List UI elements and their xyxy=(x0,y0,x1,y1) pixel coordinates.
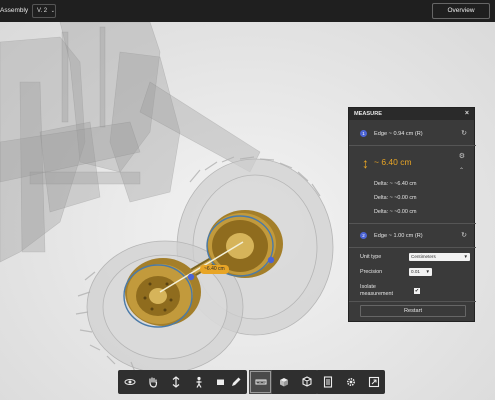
markup-icon xyxy=(231,377,240,386)
isolate-checkbox[interactable]: ✔ xyxy=(414,288,420,294)
measure-panel-header: MEASURE × xyxy=(349,108,474,120)
measure-button[interactable] xyxy=(249,370,272,394)
navigation-toolbar xyxy=(118,370,233,394)
pan-icon xyxy=(148,377,157,388)
delta-x: Delta: ~ ~6.40 cm xyxy=(374,181,417,187)
reset-edge-2-icon[interactable]: ↻ xyxy=(461,231,467,239)
pan-button[interactable] xyxy=(141,370,164,394)
section-icon xyxy=(279,378,288,387)
precision-value: 0.01 xyxy=(411,269,420,274)
unit-type-value: Centimeters xyxy=(411,254,436,259)
explode-button[interactable] xyxy=(295,370,318,394)
model-browser-icon xyxy=(323,376,332,388)
first-person-icon xyxy=(195,376,202,388)
chevron-down-icon: ⌄ xyxy=(50,8,55,14)
close-icon[interactable]: × xyxy=(465,110,469,117)
precision-select[interactable]: 0.01 ▼ xyxy=(409,268,432,276)
delta-y: Delta: ~ ~0.00 cm xyxy=(374,195,417,201)
fullscreen-icon xyxy=(368,376,379,388)
explode-icon xyxy=(301,376,312,387)
measure-distance-tag: ~6.40 cm xyxy=(200,265,229,274)
precision-label: Precision xyxy=(360,269,383,275)
edge-1-label: Edge ~ 0.94 cm (R) xyxy=(374,131,423,137)
fit-button[interactable] xyxy=(164,370,187,394)
edge-2-label: Edge ~ 1.00 cm (R) xyxy=(374,233,423,239)
overview-button[interactable]: Overview xyxy=(432,3,490,19)
reset-edge-1-icon[interactable]: ↻ xyxy=(461,129,467,137)
dropdown-arrow-icon: ▼ xyxy=(463,254,468,259)
distance-arrow-icon: ↕ xyxy=(362,155,369,171)
version-label: V. 2 xyxy=(37,8,48,14)
first-person-button[interactable] xyxy=(187,370,210,394)
analysis-toolbar xyxy=(249,370,318,394)
measure-panel-title: MEASURE xyxy=(354,111,382,117)
gear-icon[interactable]: ⚙ xyxy=(459,152,465,160)
markup-toolbar xyxy=(224,370,247,394)
measure-icon xyxy=(255,379,266,385)
view-toolbar xyxy=(316,370,385,394)
distance-value: ~ 6.40 cm xyxy=(374,157,412,167)
measure-edge-1-row[interactable]: 1 Edge ~ 0.94 cm (R) ↻ xyxy=(349,127,476,141)
edge-1-badge: 1 xyxy=(360,130,367,137)
chevron-up-icon[interactable]: ⌃ xyxy=(459,167,464,174)
divider xyxy=(349,223,476,224)
isolate-label: Isolate xyxy=(360,284,376,290)
edge-2-badge: 2 xyxy=(360,232,367,239)
measure-tag-value: ~6.40 cm xyxy=(204,266,225,272)
settings-icon xyxy=(346,377,355,387)
markup-button[interactable] xyxy=(224,370,247,394)
divider xyxy=(349,301,476,302)
delta-z: Delta: ~ ~0.00 cm xyxy=(374,209,417,215)
model-browser-button[interactable] xyxy=(316,370,339,394)
orbit-icon xyxy=(124,379,135,385)
divider xyxy=(349,145,476,146)
fullscreen-button[interactable] xyxy=(362,370,385,394)
unit-type-label: Unit type xyxy=(360,254,382,260)
measure-edge-2-row[interactable]: 2 Edge ~ 1.00 cm (R) ↻ xyxy=(349,229,476,243)
fit-icon xyxy=(172,376,179,388)
settings-button[interactable] xyxy=(339,370,362,394)
isolate-label-2: measurement xyxy=(360,291,393,297)
unit-type-select[interactable]: Centimeters ▼ xyxy=(409,253,470,261)
document-title: Assembly xyxy=(0,7,29,14)
dropdown-arrow-icon: ▼ xyxy=(425,269,430,274)
section-button[interactable] xyxy=(272,370,295,394)
measure-panel: MEASURE × 1 Edge ~ 0.94 cm (R) ↻ ↕ ~ 6.4… xyxy=(348,107,476,322)
version-selector[interactable]: V. 2 ⌄ xyxy=(32,4,56,18)
orbit-button[interactable] xyxy=(118,370,141,394)
restart-button[interactable]: Restart xyxy=(360,305,466,317)
divider xyxy=(349,247,476,248)
top-bar: Assembly V. 2 ⌄ Overview xyxy=(0,0,495,22)
